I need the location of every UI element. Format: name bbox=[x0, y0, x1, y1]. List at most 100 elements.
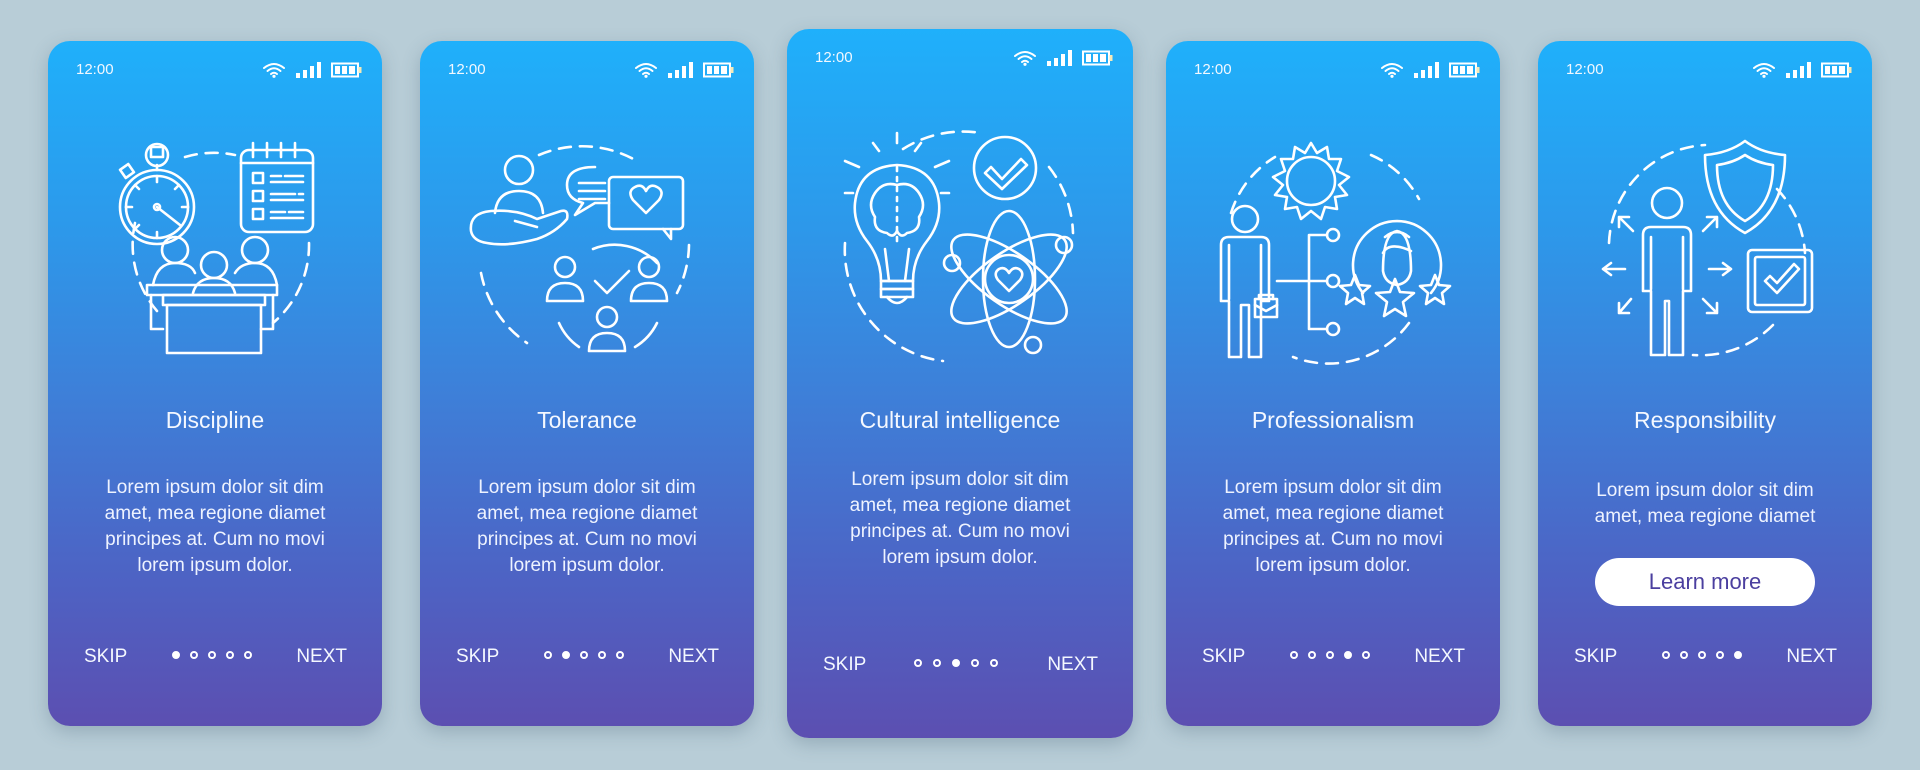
status-bar: 12:00 bbox=[76, 60, 362, 80]
page-dot[interactable] bbox=[544, 651, 552, 659]
description-line: lorem ipsum dolor. bbox=[137, 555, 293, 576]
discipline-icon bbox=[95, 133, 335, 373]
description-line: Lorem ipsum dolor sit dim bbox=[1224, 477, 1442, 498]
status-time: 12:00 bbox=[76, 61, 114, 78]
screen-title: Responsibility bbox=[1634, 407, 1776, 433]
page-dot[interactable] bbox=[1290, 651, 1298, 659]
onboarding-screen-discipline: 12:00 Discipline Lorem ipsum dolor sit d… bbox=[48, 41, 382, 726]
page-dot[interactable] bbox=[580, 651, 588, 659]
page-dot[interactable] bbox=[598, 651, 606, 659]
cultural-intelligence-icon bbox=[835, 123, 1085, 373]
next-button[interactable]: NEXT bbox=[1047, 653, 1098, 677]
description-line: amet, mea regione diamet bbox=[1594, 506, 1816, 527]
next-button[interactable]: NEXT bbox=[1786, 645, 1837, 669]
screen-description: Lorem ipsum dolor sit dim amet, mea regi… bbox=[1204, 475, 1462, 579]
page-dot[interactable] bbox=[226, 651, 234, 659]
status-bar: 12:00 bbox=[1194, 60, 1480, 80]
page-dot[interactable] bbox=[933, 659, 941, 667]
signal-icon bbox=[1414, 62, 1439, 78]
wifi-icon bbox=[262, 62, 286, 78]
description-line: lorem ipsum dolor. bbox=[1255, 555, 1411, 576]
wifi-icon bbox=[634, 62, 658, 78]
screen-description: Lorem ipsum dolor sit dim amet, mea regi… bbox=[829, 467, 1091, 571]
status-time: 12:00 bbox=[1194, 61, 1232, 78]
onboarding-footer: SKIP NEXT bbox=[420, 645, 754, 669]
screen-description: Lorem ipsum dolor sit dim amet, mea regi… bbox=[86, 475, 344, 579]
status-time: 12:00 bbox=[1566, 61, 1604, 78]
wifi-icon bbox=[1380, 62, 1404, 78]
page-dot[interactable] bbox=[1326, 651, 1334, 659]
screen-title: Tolerance bbox=[537, 407, 637, 433]
battery-icon bbox=[1449, 62, 1480, 78]
onboarding-footer: SKIP NEXT bbox=[1538, 645, 1872, 669]
screen-description: Lorem ipsum dolor sit dim amet, mea regi… bbox=[1576, 478, 1834, 530]
page-indicator bbox=[1290, 651, 1370, 659]
status-time: 12:00 bbox=[448, 61, 486, 78]
description-line: Lorem ipsum dolor sit dim bbox=[478, 477, 696, 498]
page-dot[interactable] bbox=[1308, 651, 1316, 659]
skip-button[interactable]: SKIP bbox=[1574, 645, 1617, 669]
onboarding-footer: SKIP NEXT bbox=[1166, 645, 1500, 669]
battery-icon bbox=[331, 62, 362, 78]
skip-button[interactable]: SKIP bbox=[84, 645, 127, 669]
onboarding-screen-tolerance: 12:00 Tolerance Lorem ipsum dolor sit di… bbox=[420, 41, 754, 726]
page-dot[interactable] bbox=[1362, 651, 1370, 659]
wifi-icon bbox=[1752, 62, 1776, 78]
page-dot[interactable] bbox=[616, 651, 624, 659]
description-line: Lorem ipsum dolor sit dim bbox=[851, 469, 1069, 490]
description-line: lorem ipsum dolor. bbox=[882, 547, 1038, 568]
description-line: amet, mea regione diamet bbox=[104, 503, 326, 524]
onboarding-footer: SKIP NEXT bbox=[48, 645, 382, 669]
screen-description: Lorem ipsum dolor sit dim amet, mea regi… bbox=[458, 475, 716, 579]
status-bar: 12:00 bbox=[815, 48, 1113, 68]
page-indicator bbox=[544, 651, 624, 659]
page-dot[interactable] bbox=[1680, 651, 1688, 659]
description-line: amet, mea regione diamet bbox=[849, 495, 1071, 516]
page-dot[interactable] bbox=[971, 659, 979, 667]
tolerance-icon bbox=[467, 133, 707, 373]
page-dot-active[interactable] bbox=[1344, 651, 1352, 659]
page-dot[interactable] bbox=[990, 659, 998, 667]
learn-more-button[interactable]: Learn more bbox=[1595, 558, 1815, 606]
page-dot-active[interactable] bbox=[172, 651, 180, 659]
page-dot[interactable] bbox=[208, 651, 216, 659]
page-dot[interactable] bbox=[1662, 651, 1670, 659]
description-line: principes at. Cum no movi bbox=[1223, 529, 1443, 550]
page-dot-active[interactable] bbox=[1734, 651, 1742, 659]
professionalism-icon bbox=[1213, 133, 1453, 373]
wifi-icon bbox=[1013, 50, 1037, 66]
next-button[interactable]: NEXT bbox=[1414, 645, 1465, 669]
description-line: principes at. Cum no movi bbox=[477, 529, 697, 550]
description-line: amet, mea regione diamet bbox=[1222, 503, 1444, 524]
page-dot[interactable] bbox=[190, 651, 198, 659]
responsibility-icon bbox=[1585, 133, 1825, 373]
description-line: Lorem ipsum dolor sit dim bbox=[1596, 480, 1814, 501]
page-dot[interactable] bbox=[1698, 651, 1706, 659]
page-dot[interactable] bbox=[1716, 651, 1724, 659]
page-dot-active[interactable] bbox=[562, 651, 570, 659]
description-line: amet, mea regione diamet bbox=[476, 503, 698, 524]
signal-icon bbox=[296, 62, 321, 78]
screen-title: Discipline bbox=[165, 407, 265, 433]
description-line: lorem ipsum dolor. bbox=[509, 555, 665, 576]
battery-icon bbox=[703, 62, 734, 78]
skip-button[interactable]: SKIP bbox=[1202, 645, 1245, 669]
page-dot[interactable] bbox=[244, 651, 252, 659]
signal-icon bbox=[1047, 50, 1072, 66]
onboarding-screen-professionalism: 12:00 Professionalism Lorem ipsum dolor … bbox=[1166, 41, 1500, 726]
next-button[interactable]: NEXT bbox=[296, 645, 347, 669]
page-dot[interactable] bbox=[914, 659, 922, 667]
status-bar: 12:00 bbox=[448, 60, 734, 80]
skip-button[interactable]: SKIP bbox=[823, 653, 866, 677]
onboarding-screen-responsibility: 12:00 Responsibility Lorem ipsum dolor s… bbox=[1538, 41, 1872, 726]
page-indicator bbox=[172, 651, 252, 659]
status-time: 12:00 bbox=[815, 49, 853, 66]
description-line: Lorem ipsum dolor sit dim bbox=[106, 477, 324, 498]
signal-icon bbox=[1786, 62, 1811, 78]
page-dot-active[interactable] bbox=[952, 659, 960, 667]
skip-button[interactable]: SKIP bbox=[456, 645, 499, 669]
screen-title: Cultural intelligence bbox=[859, 407, 1061, 433]
page-indicator bbox=[914, 659, 998, 667]
next-button[interactable]: NEXT bbox=[668, 645, 719, 669]
screen-title: Professionalism bbox=[1251, 407, 1415, 433]
